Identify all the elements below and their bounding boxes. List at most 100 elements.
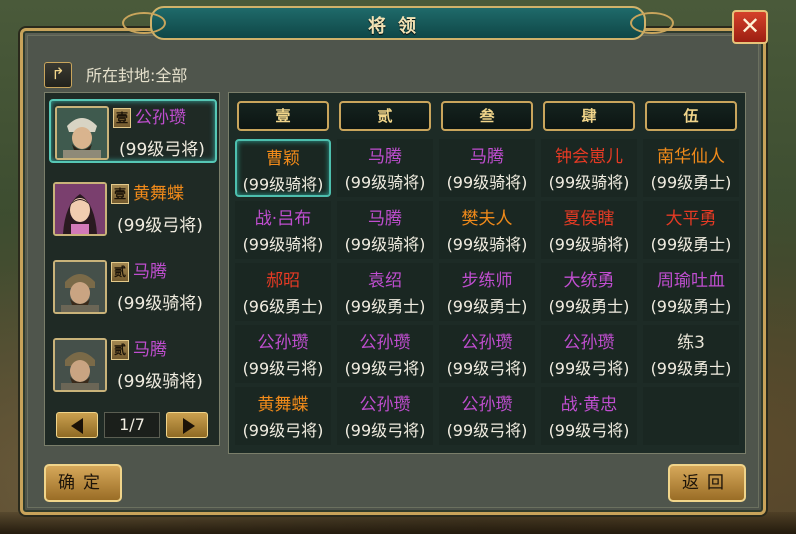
- general-level: (99级弓将): [119, 140, 205, 160]
- formation-slot[interactable]: 大平勇 (99级勇士): [643, 201, 739, 259]
- general-card[interactable]: 壹黄舞蝶 (99级弓将): [49, 177, 217, 241]
- slot-general-level: (99级勇士): [446, 297, 528, 316]
- general-level: (99级弓将): [117, 216, 203, 236]
- rank-badge: 贰: [111, 262, 129, 282]
- general-list-pager: 1/7: [56, 412, 210, 440]
- formation-slot[interactable]: 战·黄忠 (99级弓将): [541, 387, 637, 445]
- formation-slot[interactable]: 公孙瓒 (99级弓将): [439, 387, 535, 445]
- general-portrait: [53, 182, 107, 236]
- column-header: 壹: [237, 101, 329, 131]
- general-level: (99级骑将): [117, 294, 203, 314]
- rank-badge: 壹: [111, 184, 129, 204]
- general-card[interactable]: 贰马腾 (99级骑将): [49, 333, 217, 397]
- slot-general-name: 战·吕布: [254, 209, 312, 229]
- slot-general-name: 郝昭: [266, 271, 300, 291]
- formation-slot[interactable]: 步练师 (99级勇士): [439, 263, 535, 321]
- back-button[interactable]: 返回: [668, 464, 746, 502]
- slot-general-name: 马腾: [470, 147, 504, 167]
- slot-general-level: (99级勇士): [548, 297, 630, 316]
- formation-slot[interactable]: 钟会崽儿 (99级骑将): [541, 139, 637, 197]
- slot-general-level: (99级勇士): [650, 235, 732, 254]
- general-level: (99级骑将): [117, 372, 203, 392]
- column-header: 叁: [441, 101, 533, 131]
- formation-slot[interactable]: 南华仙人 (99级勇士): [643, 139, 739, 197]
- arrow-right-icon: [183, 418, 195, 434]
- slot-general-name: 练3: [677, 333, 705, 353]
- general-name: 马腾: [133, 262, 167, 282]
- slot-general-name: 黄舞蝶: [257, 395, 309, 415]
- column-header: 伍: [645, 101, 737, 131]
- slot-general-name: 公孙瓒: [461, 333, 513, 353]
- slot-general-name: 夏侯瞎: [563, 209, 615, 229]
- slot-general-level: (99级勇士): [650, 297, 732, 316]
- formation-slot[interactable]: [643, 387, 739, 445]
- prev-page-button[interactable]: [56, 412, 98, 438]
- slot-general-level: (99级弓将): [242, 359, 324, 378]
- slot-general-level: (99级骑将): [446, 173, 528, 192]
- location-filter-label: 所在封地:全部: [86, 66, 188, 85]
- slot-general-name: 步练师: [461, 271, 513, 291]
- slot-general-level: (99级弓将): [344, 359, 426, 378]
- slot-general-name: 大统勇: [563, 271, 615, 291]
- rank-badge: 贰: [111, 340, 129, 360]
- slot-general-level: (99级勇士): [344, 297, 426, 316]
- formation-slot[interactable]: 公孙瓒 (99级弓将): [541, 325, 637, 383]
- slot-general-level: (99级骑将): [446, 235, 528, 254]
- formation-slot[interactable]: 练3 (99级勇士): [643, 325, 739, 383]
- slot-general-name: 樊夫人: [461, 209, 513, 229]
- slot-general-level: (96级勇士): [242, 297, 324, 316]
- column-header: 贰: [339, 101, 431, 131]
- slot-general-level: (99级弓将): [344, 421, 426, 440]
- general-name: 马腾: [133, 340, 167, 360]
- general-card[interactable]: 贰马腾 (99级骑将): [49, 255, 217, 319]
- formation-slot[interactable]: 樊夫人 (99级骑将): [439, 201, 535, 259]
- return-arrow-icon[interactable]: ↱: [44, 62, 72, 88]
- formation-slot[interactable]: 马腾 (99级骑将): [337, 139, 433, 197]
- formation-slot[interactable]: 马腾 (99级骑将): [337, 201, 433, 259]
- slot-general-level: (99级弓将): [548, 359, 630, 378]
- slot-general-name: 曹颖: [266, 149, 300, 169]
- slot-general-name: 公孙瓒: [359, 395, 411, 415]
- slot-general-name: 袁绍: [368, 271, 402, 291]
- close-button[interactable]: ✕: [732, 10, 768, 44]
- dialog-title: 将领: [368, 16, 428, 37]
- slot-general-name: 南华仙人: [657, 147, 725, 167]
- bottom-hud-strip: [0, 512, 796, 534]
- general-portrait: [53, 338, 107, 392]
- slot-general-level: (99级骑将): [344, 235, 426, 254]
- slot-general-name: 马腾: [368, 209, 402, 229]
- general-card[interactable]: 壹公孙瓒 (99级弓将): [49, 99, 217, 163]
- formation-slot[interactable]: 公孙瓒 (99级弓将): [439, 325, 535, 383]
- formation-slot[interactable]: 黄舞蝶 (99级弓将): [235, 387, 331, 445]
- formation-slot[interactable]: 马腾 (99级骑将): [439, 139, 535, 197]
- formation-slot[interactable]: 曹颖 (99级骑将): [235, 139, 331, 197]
- formation-slot[interactable]: 战·吕布 (99级骑将): [235, 201, 331, 259]
- slot-general-name: 周瑜吐血: [657, 271, 725, 291]
- general-portrait: [55, 106, 109, 160]
- slot-general-name: 公孙瓒: [461, 395, 513, 415]
- formation-slot[interactable]: 夏侯瞎 (99级骑将): [541, 201, 637, 259]
- formation-slot[interactable]: 周瑜吐血 (99级勇士): [643, 263, 739, 321]
- formation-slot[interactable]: 袁绍 (99级勇士): [337, 263, 433, 321]
- formation-slot[interactable]: 公孙瓒 (99级弓将): [337, 387, 433, 445]
- formation-slot[interactable]: 郝昭 (96级勇士): [235, 263, 331, 321]
- slot-general-name: 战·黄忠: [560, 395, 618, 415]
- slot-general-name: 钟会崽儿: [555, 147, 623, 167]
- next-page-button[interactable]: [166, 412, 208, 438]
- formation-slot[interactable]: 大统勇 (99级勇士): [541, 263, 637, 321]
- formation-slot[interactable]: 公孙瓒 (99级弓将): [337, 325, 433, 383]
- slot-general-level: (99级弓将): [242, 421, 324, 440]
- formation-slot[interactable]: 公孙瓒 (99级弓将): [235, 325, 331, 383]
- slot-general-name: 公孙瓒: [563, 333, 615, 353]
- page-indicator: 1/7: [104, 412, 160, 438]
- general-name: 黄舞蝶: [133, 184, 184, 204]
- general-name: 公孙瓒: [135, 108, 186, 128]
- arrow-left-icon: [71, 418, 83, 434]
- general-list-panel: 壹公孙瓒 (99级弓将) 壹黄舞蝶 (99级弓将) 贰马腾 (99级骑将) 贰马腾 (99级骑…: [44, 92, 220, 446]
- slot-general-name: 公孙瓒: [257, 333, 309, 353]
- slot-general-level: (99级骑将): [548, 235, 630, 254]
- slot-general-level: (99级骑将): [344, 173, 426, 192]
- slot-general-name: 公孙瓒: [359, 333, 411, 353]
- general-portrait: [53, 260, 107, 314]
- confirm-button[interactable]: 确定: [44, 464, 122, 502]
